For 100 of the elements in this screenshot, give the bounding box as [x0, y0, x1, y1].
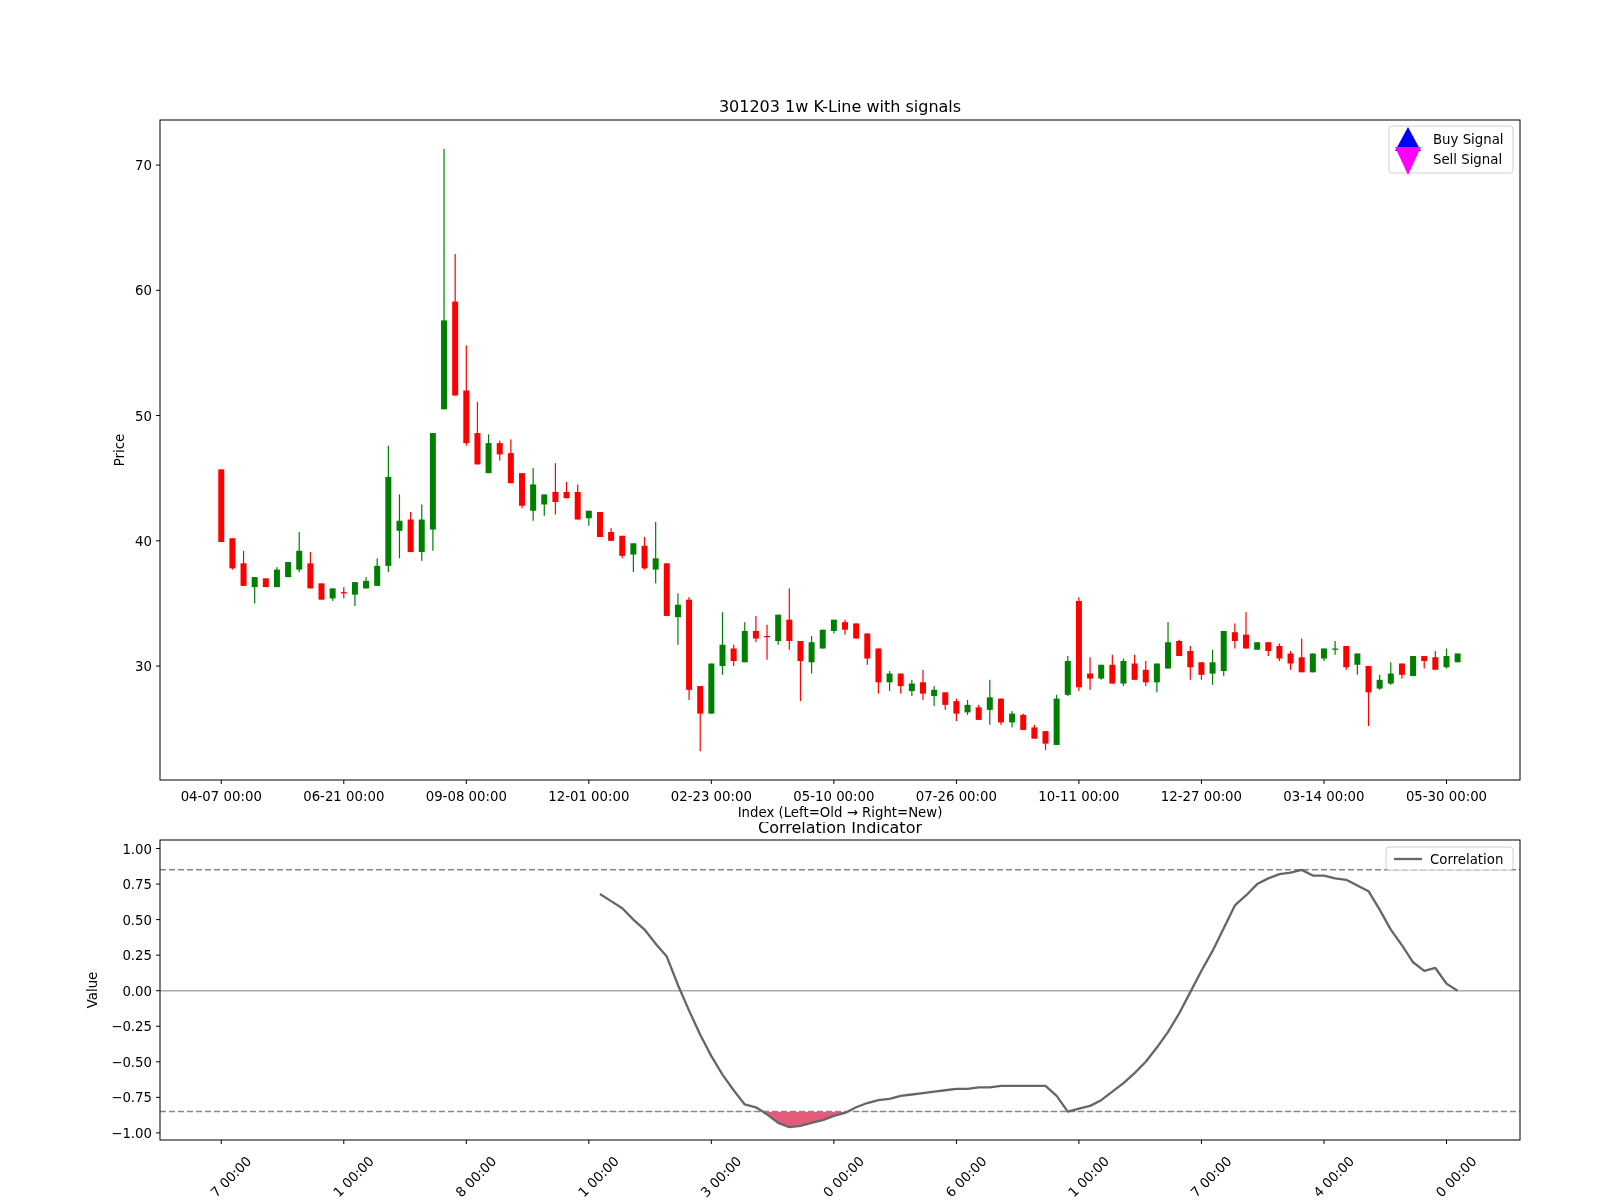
candlestick	[351, 582, 358, 606]
candlestick	[1332, 641, 1339, 655]
tick-mark	[343, 1139, 345, 1145]
candlestick	[652, 522, 659, 584]
tick-label: 0.00	[122, 983, 152, 999]
candlestick	[340, 587, 347, 599]
tick-label: 09-08 00:00	[425, 789, 507, 804]
candlestick	[1165, 622, 1172, 669]
candlestick	[830, 619, 837, 634]
tick-mark	[343, 779, 345, 785]
candlestick	[285, 562, 292, 578]
tick-mark	[465, 779, 467, 785]
tick-label: 1.00	[122, 841, 152, 857]
candlestick	[1109, 654, 1116, 684]
candlestick	[541, 494, 548, 516]
candlestick	[608, 528, 615, 541]
chart-title: 301203 1w K-Line with signals	[718, 97, 962, 116]
candlestick	[1354, 653, 1361, 675]
tick-mark	[1446, 779, 1447, 785]
candlestick	[886, 671, 893, 692]
candlestick	[819, 629, 826, 649]
candlestick	[630, 543, 637, 573]
candlestick	[1231, 623, 1238, 649]
tick-mark	[155, 1025, 161, 1027]
tick-label: 70	[135, 158, 152, 174]
axis-title: Price	[112, 433, 127, 467]
candlestick	[240, 550, 247, 586]
candlestick	[663, 563, 670, 616]
candlestick	[1009, 711, 1016, 728]
candlestick	[496, 440, 503, 461]
candlestick	[1376, 674, 1383, 690]
candlestick	[697, 686, 704, 752]
candlestick	[1365, 666, 1372, 727]
tick-label: 60	[135, 283, 152, 299]
tick-label: 0.50	[122, 912, 152, 928]
axis-title: Value	[85, 971, 100, 1009]
tick-label: 30	[135, 659, 152, 675]
tick-label: −1.00	[111, 1125, 152, 1141]
tick-label: 50	[135, 408, 152, 424]
candlestick	[519, 473, 525, 509]
candlestick	[619, 535, 626, 559]
tick-mark	[1078, 779, 1080, 785]
candlestick	[641, 537, 648, 570]
tick-mark	[465, 1139, 467, 1145]
candlestick	[752, 615, 759, 643]
candlestick	[897, 673, 904, 694]
candlestick	[1276, 643, 1283, 661]
candlestick	[1421, 656, 1428, 669]
tick-mark	[155, 990, 161, 992]
tick-mark	[155, 415, 161, 417]
legend-label: Sell Signal	[1433, 152, 1503, 167]
candlestick	[1042, 731, 1049, 750]
candlestick	[507, 439, 514, 484]
tick-label: 02-23 00:00	[670, 789, 752, 804]
candlestick	[997, 698, 1004, 725]
candlestick	[1198, 662, 1205, 680]
candlestick	[908, 679, 915, 697]
tick-mark	[155, 1132, 161, 1134]
tick-label: 07-26 00:00	[915, 789, 997, 804]
tick-label: 06-21 00:00	[303, 789, 385, 804]
tick-mark	[220, 779, 222, 785]
candlestick	[1098, 664, 1105, 680]
candlestick	[1176, 639, 1183, 656]
candlestick	[708, 663, 715, 714]
tick-mark	[155, 164, 161, 166]
candlestick	[1265, 642, 1272, 656]
tick-mark	[1323, 779, 1325, 785]
candlestick	[1020, 713, 1027, 730]
candlestick	[585, 510, 592, 526]
candlestick	[530, 468, 537, 521]
candlestick	[964, 699, 971, 715]
candlestick	[1064, 656, 1071, 697]
candlestick	[1387, 662, 1394, 685]
tick-mark	[155, 1096, 161, 1098]
tick-mark	[1446, 1139, 1447, 1145]
candlestick	[1187, 646, 1194, 680]
candlestick	[1053, 694, 1060, 745]
candlestick	[786, 588, 793, 650]
tick-mark	[833, 779, 835, 785]
candlestick	[1087, 657, 1094, 690]
candlestick	[775, 614, 782, 645]
tick-mark	[955, 1139, 957, 1145]
candlestick	[931, 686, 938, 707]
candlestick	[1131, 654, 1138, 680]
tick-label: 40	[135, 533, 152, 549]
candlestick	[953, 698, 960, 722]
tick-mark	[588, 779, 590, 785]
candlestick	[1031, 724, 1038, 739]
candlestick	[251, 577, 258, 604]
candlestick	[1287, 651, 1294, 670]
tick-mark	[155, 665, 161, 667]
candlestick	[853, 623, 860, 639]
candlestick	[1309, 653, 1316, 673]
candlestick	[1454, 653, 1461, 663]
candlestick	[1220, 630, 1227, 677]
candlestick	[1432, 651, 1439, 670]
candlestick	[1243, 612, 1249, 649]
candlestick	[374, 558, 381, 586]
candlestick	[764, 624, 771, 660]
candlestick	[1254, 642, 1261, 650]
